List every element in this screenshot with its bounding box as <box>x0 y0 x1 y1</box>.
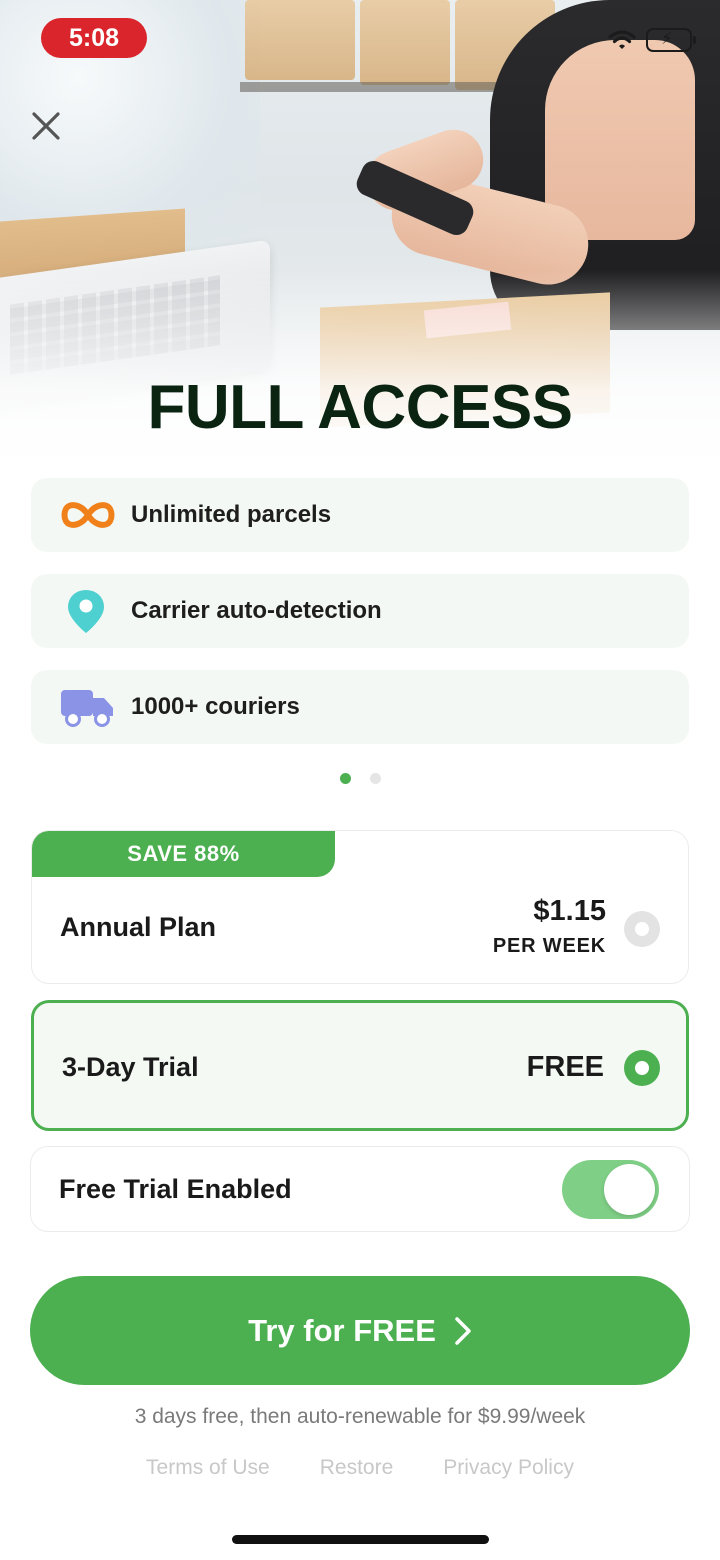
trial-plan-option[interactable]: 3-Day Trial FREE <box>31 1000 689 1131</box>
plan-price: FREE <box>526 1051 604 1083</box>
plan-price: $1.15 <box>533 895 606 927</box>
footer-links: Terms of Use Restore Privacy Policy <box>0 1456 720 1480</box>
annual-plan-radio[interactable] <box>624 911 660 947</box>
infinity-icon <box>59 493 117 537</box>
renewal-note: 3 days free, then auto-renewable for $9.… <box>134 1405 586 1428</box>
feature-label: Unlimited parcels <box>131 501 332 528</box>
free-trial-toggle[interactable] <box>562 1160 659 1219</box>
trial-plan-radio[interactable] <box>624 1050 660 1086</box>
feature-label: 1000+ couriers <box>131 693 300 720</box>
annual-plan-option[interactable]: SAVE 88% Annual Plan $1.15 PER WEEK <box>31 830 689 984</box>
feature-couriers: 1000+ couriers <box>31 670 689 744</box>
plan-name: 3-Day Trial <box>62 1052 199 1082</box>
toggle-knob <box>604 1164 655 1215</box>
wifi-icon <box>608 29 636 51</box>
page-indicator <box>0 773 720 784</box>
terms-of-use-link[interactable]: Terms of Use <box>146 1456 270 1480</box>
save-badge: SAVE 88% <box>32 831 335 877</box>
close-button[interactable] <box>26 106 66 146</box>
feature-label: Carrier auto-detection <box>131 597 382 624</box>
page-dot-active[interactable] <box>339 773 351 784</box>
try-for-free-button[interactable]: Try for FREE <box>30 1276 690 1385</box>
free-trial-toggle-row: Free Trial Enabled <box>30 1146 690 1232</box>
status-time: 5:08 <box>41 18 147 58</box>
page-title: FULL ACCESS <box>147 373 573 442</box>
restore-link[interactable]: Restore <box>320 1456 394 1480</box>
plan-name: Annual Plan <box>60 912 217 942</box>
status-icons: ⚡ <box>608 28 696 52</box>
feature-carrier-detection: Carrier auto-detection <box>31 574 689 648</box>
page-dot[interactable] <box>369 773 381 784</box>
privacy-policy-link[interactable]: Privacy Policy <box>443 1456 574 1480</box>
plan-price-unit: PER WEEK <box>492 935 606 957</box>
close-icon <box>32 112 60 140</box>
chevron-right-icon <box>455 1316 471 1345</box>
battery-icon: ⚡ <box>646 28 696 52</box>
location-pin-icon <box>59 589 117 633</box>
toggle-label: Free Trial Enabled <box>59 1174 292 1204</box>
cta-label: Try for FREE <box>248 1312 436 1348</box>
feature-unlimited-parcels: Unlimited parcels <box>31 478 689 552</box>
home-indicator[interactable] <box>232 1535 489 1544</box>
truck-icon <box>59 685 117 729</box>
